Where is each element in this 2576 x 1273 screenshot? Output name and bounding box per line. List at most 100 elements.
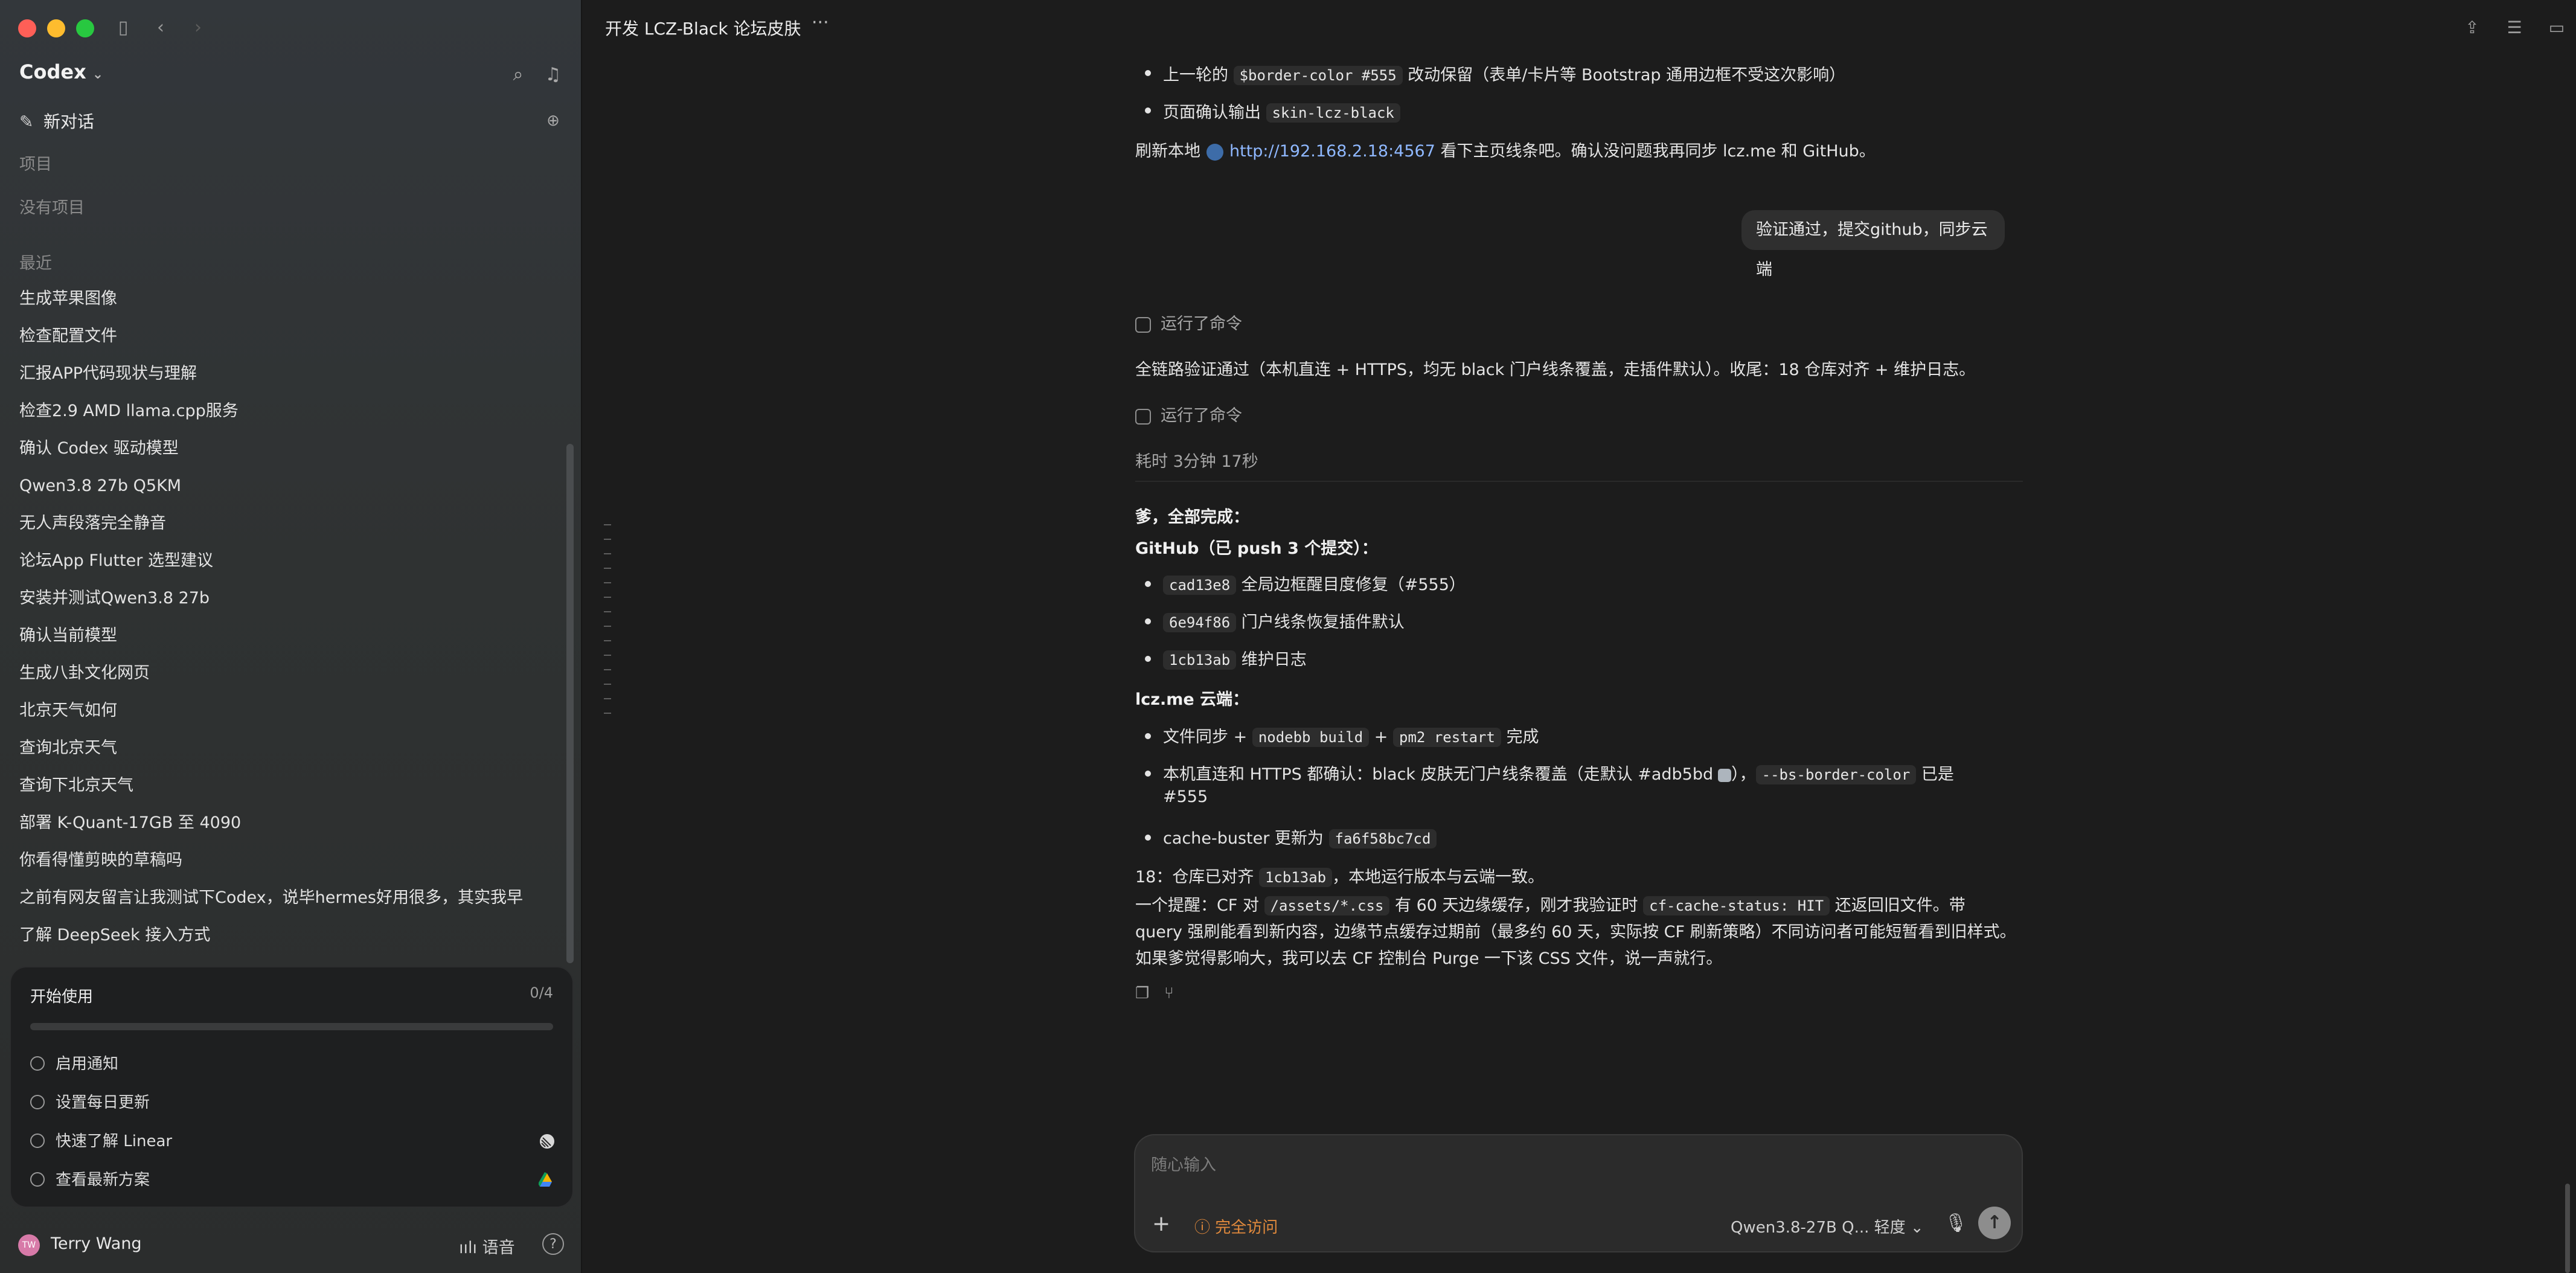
inline-code: 1cb13ab bbox=[1258, 868, 1333, 887]
chat-item[interactable]: 查询下北京天气 bbox=[19, 773, 545, 810]
text: 一个提醒：CF 对 bbox=[1135, 896, 1259, 915]
toggle-sidebar-icon[interactable]: ▯ bbox=[110, 14, 136, 41]
cloud-item: 文件同步 + nodebb build + pm2 restart 完成 bbox=[1163, 723, 1539, 747]
chat-item[interactable]: 无人声段落完全静音 bbox=[19, 511, 545, 548]
no-projects-text: 没有项目 bbox=[19, 199, 85, 217]
more-options-icon[interactable]: ··· bbox=[812, 12, 829, 33]
bell-icon[interactable]: ♫ bbox=[541, 63, 565, 87]
inline-code: fa6f58bc7cd bbox=[1328, 829, 1437, 848]
commit-message: 全局边框醒目度修复（#555） bbox=[1241, 576, 1466, 594]
commit-hash: 6e94f86 bbox=[1163, 613, 1237, 632]
inline-code: --bs-border-color bbox=[1755, 765, 1917, 784]
commit-item: 6e94f86 门户线条恢复插件默认 bbox=[1163, 609, 1405, 632]
conversation-title[interactable]: 开发 LCZ-Black 论坛皮肤 bbox=[605, 16, 801, 40]
local-url-link[interactable]: http://192.168.2.18:4567 bbox=[1229, 142, 1435, 161]
task-daily-updates[interactable]: 设置每日更新 bbox=[30, 1088, 562, 1117]
list-bullet bbox=[1145, 835, 1151, 841]
access-mode-button[interactable]: ⓘ 完全访问 bbox=[1194, 1215, 1278, 1237]
chat-item[interactable]: 部署 K-Quant-17GB 至 4090 bbox=[19, 810, 545, 848]
chat-item[interactable]: 之前有网友留言让我测试下Codex，说毕hermes好用很多，其实我早 bbox=[19, 885, 545, 923]
chat-item[interactable]: 了解 DeepSeek 接入方式 bbox=[19, 923, 545, 960]
task-latest-plans[interactable]: 查看最新方案 bbox=[30, 1166, 562, 1194]
list-bullet bbox=[1145, 733, 1151, 739]
search-icon[interactable]: ⌕ bbox=[506, 63, 530, 87]
linear-logo-icon bbox=[540, 1134, 554, 1149]
task-label: 启用通知 bbox=[56, 1055, 119, 1073]
chat-item[interactable]: 检查2.9 AMD llama.cpp服务 bbox=[19, 399, 545, 436]
getting-started-card: 开始使用 0/4 启用通知 设置每日更新 快速了解 Linear 查看最新方案 bbox=[10, 966, 574, 1208]
panel-toggle-icon[interactable]: ▭ bbox=[2545, 16, 2569, 40]
copy-icon[interactable]: ❐ bbox=[1135, 984, 1149, 1002]
chat-item[interactable]: 查询北京天气 bbox=[19, 736, 545, 773]
chat-item[interactable]: 生成苹果图像 bbox=[19, 286, 545, 324]
minimize-window-button[interactable] bbox=[47, 19, 65, 37]
avatar[interactable]: TW bbox=[18, 1234, 40, 1256]
text: 已是 bbox=[1921, 765, 1954, 784]
new-chat-button[interactable]: ✎ 新对话 bbox=[19, 109, 94, 133]
text: 改动保留（表单/卡片等 Bootstrap 通用边框不受这次影响） bbox=[1408, 66, 1846, 85]
task-linear[interactable]: 快速了解 Linear bbox=[30, 1127, 562, 1156]
text: 18：仓库已对齐 bbox=[1135, 868, 1254, 887]
message-input[interactable] bbox=[1150, 1146, 1998, 1184]
getting-started-title: 开始使用 bbox=[30, 988, 94, 1006]
close-window-button[interactable] bbox=[18, 19, 36, 37]
unchecked-circle-icon bbox=[30, 1094, 45, 1109]
main-scrollbar[interactable] bbox=[2565, 1184, 2570, 1273]
warning-icon: ⓘ bbox=[1194, 1219, 1216, 1237]
inline-code: nodebb build bbox=[1252, 728, 1370, 747]
commit-hash: 1cb13ab bbox=[1163, 650, 1237, 670]
refresh-paragraph: 刷新本地 http://192.168.2.18:4567 看下主页线条吧。确认没… bbox=[1135, 138, 1876, 161]
list-bullet bbox=[1145, 107, 1151, 114]
text: 有 60 天边缘缓存，刚才我验证时 bbox=[1395, 896, 1638, 915]
task-enable-notifications[interactable]: 启用通知 bbox=[30, 1050, 562, 1079]
scroll-minimap[interactable] bbox=[604, 524, 612, 754]
help-icon[interactable]: ? bbox=[542, 1233, 564, 1255]
projects-label: 项目 bbox=[19, 155, 52, 174]
share-icon[interactable]: ⇪ bbox=[2460, 16, 2484, 40]
fork-icon[interactable]: ⑂ bbox=[1164, 984, 1174, 1002]
main-panel: 开发 LCZ-Black 论坛皮肤 ··· ⇪ ☰ ▭ 上一轮的 $border… bbox=[582, 0, 2576, 1273]
text: 看下主页线条吧。确认没问题我再同步 lcz.me 和 GitHub。 bbox=[1440, 142, 1876, 161]
commit-item: cad13e8 全局边框醒目度修复（#555） bbox=[1163, 571, 1466, 595]
chat-item[interactable]: 你看得懂剪映的草稿吗 bbox=[19, 848, 545, 885]
repo-sync-text: 18：仓库已对齐 1cb13ab ，本地运行版本与云端一致。 bbox=[1135, 864, 1544, 887]
task-label: 查看最新方案 bbox=[56, 1171, 150, 1189]
ran-command-toggle-2[interactable]: 运行了命令 bbox=[1135, 402, 1242, 426]
user-name[interactable]: Terry Wang bbox=[51, 1234, 142, 1253]
voice-button[interactable]: ıılı 语音 bbox=[459, 1234, 515, 1258]
inline-code: $border-color #555 bbox=[1233, 66, 1403, 85]
chat-item[interactable]: 汇报APP代码现状与理解 bbox=[19, 361, 545, 399]
maximize-window-button[interactable] bbox=[76, 19, 94, 37]
chat-item[interactable]: 检查配置文件 bbox=[19, 324, 545, 361]
chat-item[interactable]: Qwen3.8 27b Q5KM bbox=[19, 473, 545, 511]
task-label: 设置每日更新 bbox=[56, 1094, 150, 1112]
sidebar-scrollbar[interactable] bbox=[566, 444, 574, 963]
back-arrow-icon[interactable]: ‹ bbox=[147, 14, 174, 41]
list-bullet bbox=[1145, 618, 1151, 624]
send-button[interactable]: ↑ bbox=[1978, 1207, 2011, 1239]
chat-item[interactable]: 确认 Codex 驱动模型 bbox=[19, 436, 545, 473]
forward-arrow-icon[interactable]: › bbox=[185, 14, 211, 41]
unchecked-circle-icon bbox=[30, 1133, 45, 1148]
add-attachment-icon[interactable]: + bbox=[1152, 1211, 1170, 1236]
commit-message: 维护日志 bbox=[1241, 650, 1307, 669]
text: 文件同步 + bbox=[1163, 728, 1248, 746]
text: 完成 bbox=[1506, 728, 1539, 746]
microphone-icon[interactable]: 🎙 bbox=[1944, 1213, 1967, 1234]
chat-item[interactable]: 论坛App Flutter 选型建议 bbox=[19, 548, 545, 586]
model-selector[interactable]: Qwen3.8-27B Q... 轻度 ⌄ bbox=[1731, 1215, 1924, 1237]
chat-item[interactable]: 确认当前模型 bbox=[19, 623, 545, 661]
getting-started-count: 0/4 bbox=[530, 984, 553, 1001]
list-settings-icon[interactable]: ☰ bbox=[2502, 16, 2526, 40]
inline-code: skin-lcz-black bbox=[1266, 103, 1400, 123]
chat-item[interactable]: 安装并测试Qwen3.8 27b bbox=[19, 586, 545, 623]
message-actions: ❐ ⑂ bbox=[1135, 984, 1174, 1002]
voice-label: 语音 bbox=[482, 1239, 515, 1257]
new-item-plus-icon[interactable]: ⊕ bbox=[541, 109, 565, 133]
ran-command-toggle[interactable]: 运行了命令 bbox=[1135, 310, 1242, 334]
workspace-switcher[interactable]: Codex ⌄ bbox=[19, 60, 103, 83]
commit-hash: cad13e8 bbox=[1163, 576, 1237, 595]
compose-icon: ✎ bbox=[19, 112, 34, 132]
chat-item[interactable]: 生成八卦文化网页 bbox=[19, 661, 545, 698]
chat-item[interactable]: 北京天气如何 bbox=[19, 698, 545, 736]
